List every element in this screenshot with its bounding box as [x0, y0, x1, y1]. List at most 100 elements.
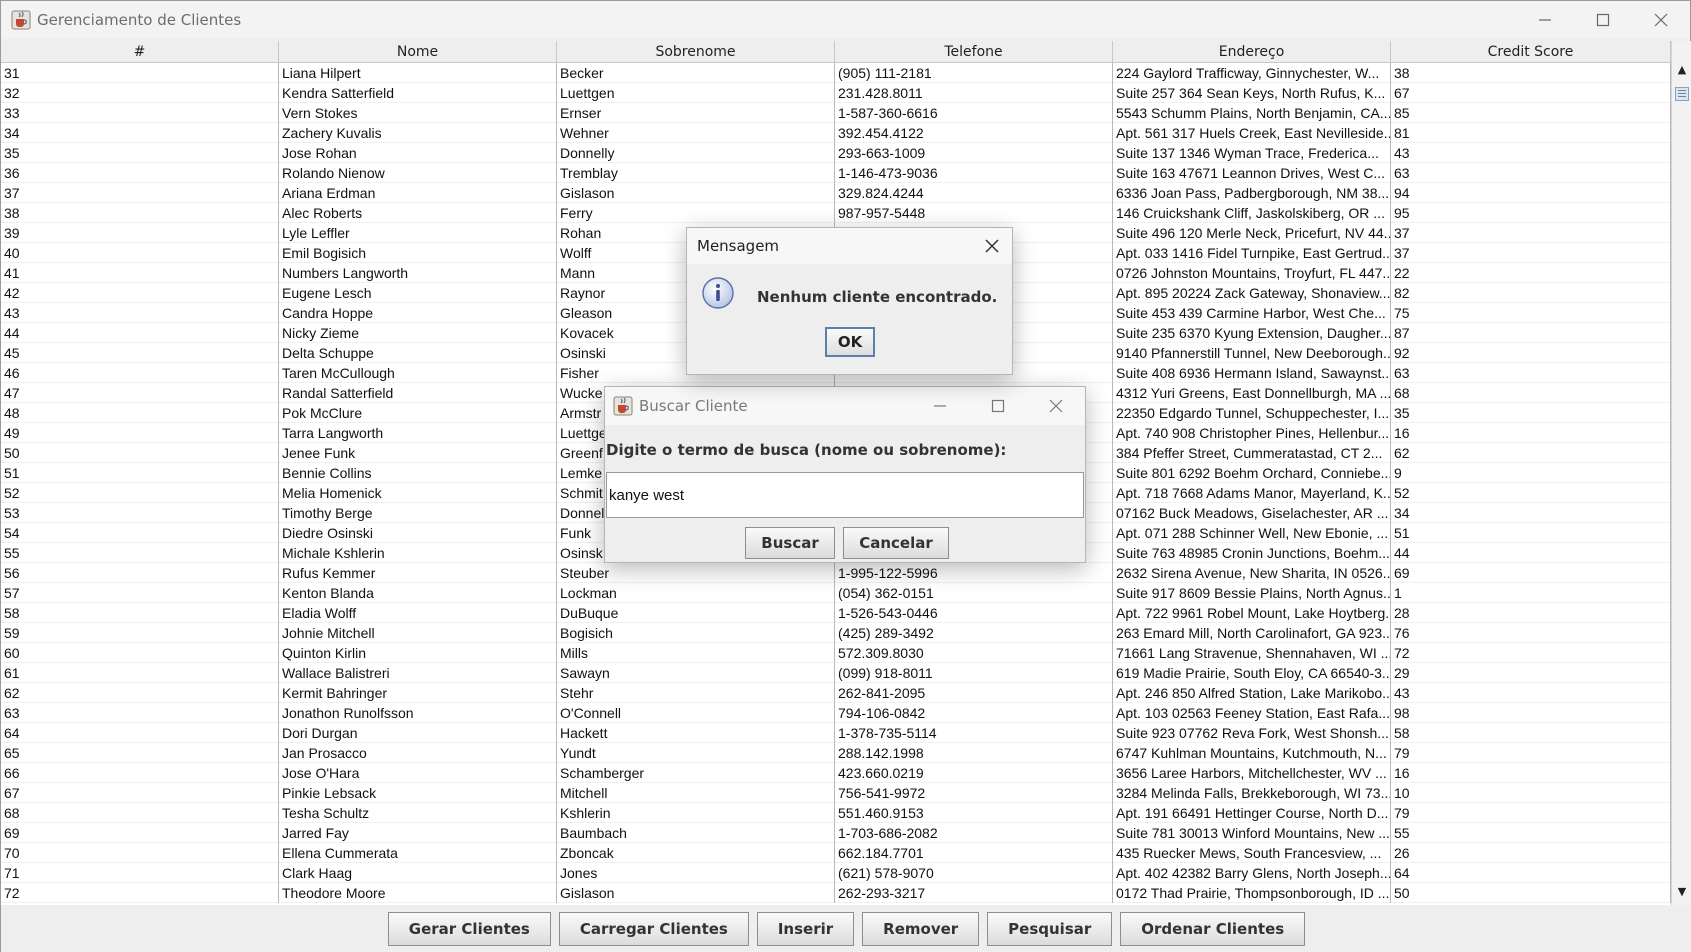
column-header-number[interactable]: #: [1, 41, 279, 63]
table-cell[interactable]: Suite 453 439 Carmine Harbor, West Che..…: [1113, 303, 1391, 323]
table-row[interactable]: 69 Jarred Fay Baumbach 1-703-686-2082 Suite …: [1, 823, 1671, 843]
table-cell[interactable]: Yundt: [557, 743, 835, 763]
table-cell[interactable]: Rolando Nienow: [279, 163, 557, 183]
table-cell[interactable]: 94: [1391, 183, 1671, 203]
table-cell[interactable]: Rufus Kemmer: [279, 563, 557, 583]
table-cell[interactable]: 67: [1391, 83, 1671, 103]
table-row[interactable]: 57 Kenton Blanda Lockman (054) 362-0151 Suit…: [1, 583, 1671, 603]
table-cell[interactable]: 39: [1, 223, 279, 243]
table-cell[interactable]: Jan Prosacco: [279, 743, 557, 763]
column-header-sobrenome[interactable]: Sobrenome: [557, 41, 835, 63]
table-cell[interactable]: 16: [1391, 423, 1671, 443]
table-cell[interactable]: Apt. 740 908 Christopher Pines, Hellenbu…: [1113, 423, 1391, 443]
table-cell[interactable]: Pinkie Lebsack: [279, 783, 557, 803]
table-cell[interactable]: 1: [1391, 583, 1671, 603]
table-cell[interactable]: Zboncak: [557, 843, 835, 863]
table-cell[interactable]: 72: [1, 883, 279, 903]
table-cell[interactable]: 65: [1, 743, 279, 763]
table-cell[interactable]: 50: [1391, 883, 1671, 903]
table-cell[interactable]: Suite 781 30013 Winford Mountains, New .…: [1113, 823, 1391, 843]
table-cell[interactable]: 1-703-686-2082: [835, 823, 1113, 843]
table-cell[interactable]: 231.428.8011: [835, 83, 1113, 103]
table-cell[interactable]: 57: [1, 583, 279, 603]
table-row[interactable]: 37 Ariana Erdman Gislason 329.824.4244 6336 …: [1, 183, 1671, 203]
table-cell[interactable]: Schamberger: [557, 763, 835, 783]
table-cell[interactable]: 41: [1, 263, 279, 283]
table-cell[interactable]: Baumbach: [557, 823, 835, 843]
table-cell[interactable]: (099) 918-8011: [835, 663, 1113, 683]
table-cell[interactable]: Jenee Funk: [279, 443, 557, 463]
search-dialog-title-bar[interactable]: Buscar Cliente: [605, 387, 1085, 425]
table-cell[interactable]: 26: [1391, 843, 1671, 863]
table-cell[interactable]: 329.824.4244: [835, 183, 1113, 203]
table-cell[interactable]: 43: [1, 303, 279, 323]
table-row[interactable]: 32 Kendra Satterfield Luettgen 231.428.8011…: [1, 83, 1671, 103]
table-cell[interactable]: Jose Rohan: [279, 143, 557, 163]
table-cell[interactable]: 67: [1, 783, 279, 803]
table-cell[interactable]: 63: [1391, 163, 1671, 183]
table-cell[interactable]: Apt. 895 20224 Zack Gateway, Shonaview..…: [1113, 283, 1391, 303]
table-cell[interactable]: 71661 Lang Stravenue, Shennahaven, WI ..…: [1113, 643, 1391, 663]
table-cell[interactable]: 2632 Sirena Avenue, New Sharita, IN 0526…: [1113, 563, 1391, 583]
table-cell[interactable]: 4312 Yuri Greens, East Donnellburgh, MA …: [1113, 383, 1391, 403]
table-cell[interactable]: 5543 Schumm Plains, North Benjamin, CA..…: [1113, 103, 1391, 123]
table-cell[interactable]: 59: [1, 623, 279, 643]
table-cell[interactable]: Lyle Leffler: [279, 223, 557, 243]
table-cell[interactable]: 56: [1, 563, 279, 583]
table-cell[interactable]: Mitchell: [557, 783, 835, 803]
table-cell[interactable]: Stehr: [557, 683, 835, 703]
buscar-button[interactable]: Buscar: [745, 527, 835, 559]
table-cell[interactable]: 288.142.1998: [835, 743, 1113, 763]
table-cell[interactable]: 38: [1, 203, 279, 223]
table-cell[interactable]: (425) 289-3492: [835, 623, 1113, 643]
table-cell[interactable]: Randal Satterfield: [279, 383, 557, 403]
table-row[interactable]: 33 Vern Stokes Ernser 1-587-360-6616 5543 Sc…: [1, 103, 1671, 123]
table-cell[interactable]: Kshlerin: [557, 803, 835, 823]
table-cell[interactable]: 9140 Pfannerstill Tunnel, New Deeborough…: [1113, 343, 1391, 363]
table-cell[interactable]: Lockman: [557, 583, 835, 603]
table-cell[interactable]: 52: [1391, 483, 1671, 503]
table-cell[interactable]: 81: [1391, 123, 1671, 143]
ok-button[interactable]: OK: [825, 327, 875, 357]
scroll-down-arrow-icon[interactable]: ▼: [1672, 885, 1691, 903]
table-cell[interactable]: 92: [1391, 343, 1671, 363]
table-cell[interactable]: 69: [1, 823, 279, 843]
table-cell[interactable]: 35: [1391, 403, 1671, 423]
table-row[interactable]: 35 Jose Rohan Donnelly 293-663-1009 Suite 13…: [1, 143, 1671, 163]
table-cell[interactable]: Theodore Moore: [279, 883, 557, 903]
table-cell[interactable]: 35: [1, 143, 279, 163]
table-cell[interactable]: 07162 Buck Meadows, Giselachester, AR ..…: [1113, 503, 1391, 523]
table-cell[interactable]: 1-995-122-5996: [835, 563, 1113, 583]
table-cell[interactable]: Eugene Lesch: [279, 283, 557, 303]
table-cell[interactable]: 44: [1391, 543, 1671, 563]
table-cell[interactable]: Suite 137 1346 Wyman Trace, Frederica...: [1113, 143, 1391, 163]
table-cell[interactable]: 756-541-9972: [835, 783, 1113, 803]
table-cell[interactable]: 43: [1391, 143, 1671, 163]
table-cell[interactable]: 6336 Joan Pass, Padbergborough, NM 38...: [1113, 183, 1391, 203]
table-row[interactable]: 36 Rolando Nienow Tremblay 1-146-473-9036 Su…: [1, 163, 1671, 183]
table-cell[interactable]: Apt. 561 317 Huels Creek, East Nevillesi…: [1113, 123, 1391, 143]
table-cell[interactable]: 62: [1391, 443, 1671, 463]
table-cell[interactable]: Suite 801 6292 Boehm Orchard, Conniebe..…: [1113, 463, 1391, 483]
table-cell[interactable]: 37: [1391, 223, 1671, 243]
table-cell[interactable]: 384 Pfeffer Street, Cummeratastad, CT 2.…: [1113, 443, 1391, 463]
table-cell[interactable]: Apt. 103 02563 Feeney Station, East Rafa…: [1113, 703, 1391, 723]
table-cell[interactable]: Wehner: [557, 123, 835, 143]
table-cell[interactable]: 64: [1, 723, 279, 743]
table-cell[interactable]: 662.184.7701: [835, 843, 1113, 863]
table-cell[interactable]: 52: [1, 483, 279, 503]
table-cell[interactable]: 69: [1391, 563, 1671, 583]
table-cell[interactable]: 3284 Melinda Falls, Brekkeborough, WI 73…: [1113, 783, 1391, 803]
table-row[interactable]: 31 Liana Hilpert Becker (905) 111-2181 224 G…: [1, 63, 1671, 83]
table-cell[interactable]: Diedre Osinski: [279, 523, 557, 543]
table-row[interactable]: 68 Tesha Schultz Kshlerin 551.460.9153 Apt. …: [1, 803, 1671, 823]
table-cell[interactable]: (621) 578-9070: [835, 863, 1113, 883]
table-cell[interactable]: Nicky Zieme: [279, 323, 557, 343]
table-row[interactable]: 65 Jan Prosacco Yundt 288.142.1998 6747 Kuhl…: [1, 743, 1671, 763]
table-cell[interactable]: 63: [1391, 363, 1671, 383]
table-cell[interactable]: 794-106-0842: [835, 703, 1113, 723]
table-cell[interactable]: 62: [1, 683, 279, 703]
table-cell[interactable]: Vern Stokes: [279, 103, 557, 123]
table-row[interactable]: 59 Johnie Mitchell Bogisich (425) 289-3492 2…: [1, 623, 1671, 643]
table-cell[interactable]: Taren McCullough: [279, 363, 557, 383]
